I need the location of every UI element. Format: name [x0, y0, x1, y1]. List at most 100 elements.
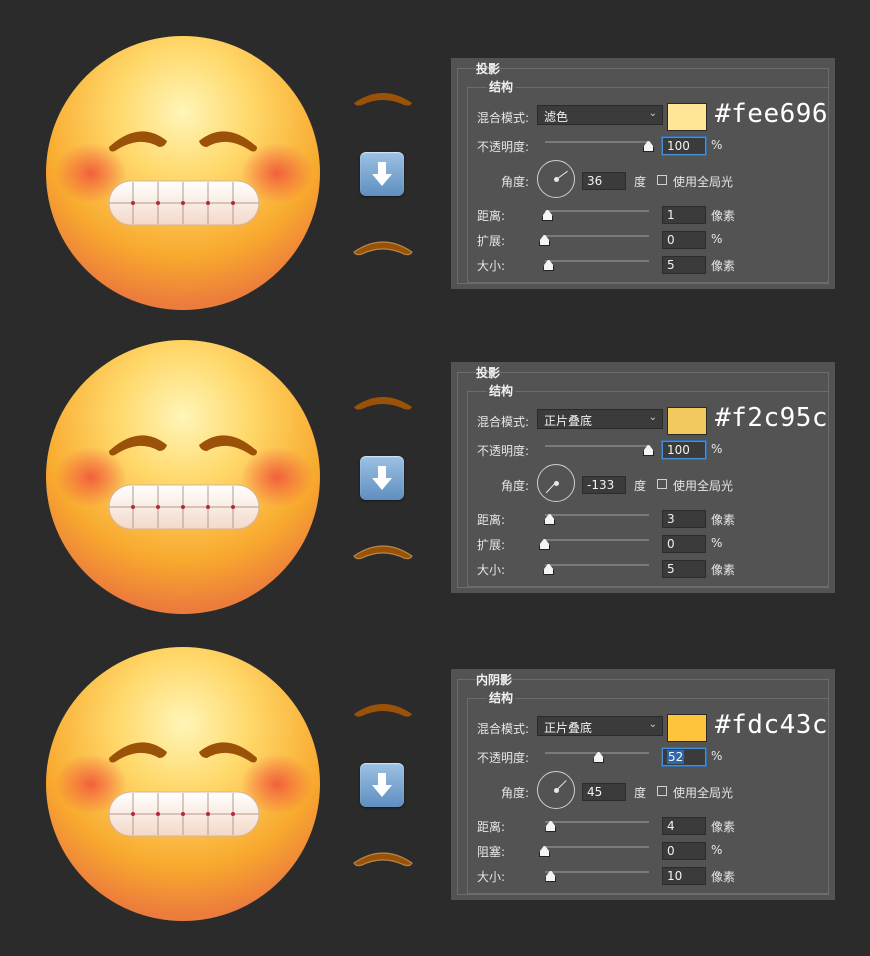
grimace-emoji: [46, 340, 320, 614]
opacity-input[interactable]: 52: [662, 748, 706, 766]
distance-label: 距离:: [477, 209, 506, 223]
distance-input[interactable]: 4: [662, 817, 706, 835]
opacity-label: 不透明度:: [477, 140, 530, 154]
angle-label: 角度:: [501, 786, 530, 800]
section-title: 投影: [476, 366, 501, 380]
spread-input[interactable]: 0: [662, 535, 706, 553]
section-title: 内阴影: [476, 673, 513, 687]
blend-mode-select[interactable]: 正片叠底 ⌄: [537, 716, 663, 736]
size-slider[interactable]: [545, 260, 649, 262]
angle-input[interactable]: 45: [582, 783, 626, 801]
size-slider[interactable]: [545, 871, 649, 873]
blend-mode-label: 混合模式:: [477, 415, 530, 429]
chevron-down-icon: ⌄: [648, 719, 657, 730]
grimace-emoji: [46, 647, 320, 921]
size-unit: 像素: [711, 563, 736, 577]
global-light-checkbox[interactable]: [657, 786, 667, 796]
opacity-label: 不透明度:: [477, 751, 530, 765]
chevron-down-icon: ⌄: [648, 108, 657, 119]
hex-color-label: #f2c95c: [715, 403, 829, 433]
angle-unit: 度: [634, 479, 647, 493]
down-arrow-icon: [360, 763, 404, 807]
spread-label: 扩展:: [477, 234, 506, 248]
angle-input[interactable]: -133: [582, 476, 626, 494]
spread-input[interactable]: 0: [662, 231, 706, 249]
layer-style-panel: 内阴影 结构 混合模式: 正片叠底 ⌄ #fdc43c 不透明度: 52 % 角…: [451, 669, 835, 900]
angle-dial[interactable]: [537, 771, 575, 809]
opacity-slider[interactable]: [545, 445, 649, 447]
opacity-unit: %: [711, 749, 723, 763]
opacity-unit: %: [711, 442, 723, 456]
effect-row: 投影 结构 混合模式: 正片叠底 ⌄ #f2c95c 不透明度: 100 % 角…: [0, 304, 870, 614]
layer-style-panel: 投影 结构 混合模式: 滤色 ⌄ #fee696 不透明度: 100 % 角度:…: [451, 58, 835, 289]
global-light-checkbox[interactable]: [657, 175, 667, 185]
blend-mode-value: 正片叠底: [544, 721, 593, 735]
structure-title: 结构: [487, 382, 516, 399]
size-input[interactable]: 10: [662, 867, 706, 885]
size-label: 大小:: [477, 563, 506, 577]
eyebrow-before: [354, 397, 412, 410]
spread-slider[interactable]: [545, 235, 649, 237]
spread-input[interactable]: 0: [662, 842, 706, 860]
distance-label: 距离:: [477, 513, 506, 527]
angle-unit: 度: [634, 786, 647, 800]
eyebrow-after: [353, 852, 413, 867]
chevron-down-icon: ⌄: [648, 412, 657, 423]
shadow-color-swatch[interactable]: [667, 103, 707, 131]
spread-slider[interactable]: [545, 539, 649, 541]
eyebrow-before: [354, 704, 412, 717]
eyebrow-after: [353, 545, 413, 560]
blend-mode-select[interactable]: 滤色 ⌄: [537, 105, 663, 125]
opacity-input[interactable]: 100: [662, 441, 706, 459]
spread-label: 阻塞:: [477, 845, 506, 859]
distance-unit: 像素: [711, 513, 736, 527]
blend-mode-label: 混合模式:: [477, 722, 530, 736]
shadow-color-swatch[interactable]: [667, 714, 707, 742]
size-unit: 像素: [711, 870, 736, 884]
section-title: 投影: [476, 62, 501, 76]
hex-color-label: #fdc43c: [715, 710, 829, 740]
spread-slider[interactable]: [545, 846, 649, 848]
blend-mode-value: 正片叠底: [544, 414, 593, 428]
down-arrow-icon: [360, 456, 404, 500]
angle-dial[interactable]: [537, 160, 575, 198]
effect-row: 内阴影 结构 混合模式: 正片叠底 ⌄ #fdc43c 不透明度: 52 % 角…: [0, 611, 870, 921]
size-label: 大小:: [477, 870, 506, 884]
eyebrow-after: [353, 241, 413, 256]
angle-label: 角度:: [501, 175, 530, 189]
hex-color-label: #fee696: [715, 99, 829, 129]
size-input[interactable]: 5: [662, 560, 706, 578]
size-input[interactable]: 5: [662, 256, 706, 274]
layer-style-panel: 投影 结构 混合模式: 正片叠底 ⌄ #f2c95c 不透明度: 100 % 角…: [451, 362, 835, 593]
opacity-unit: %: [711, 138, 723, 152]
distance-input[interactable]: 3: [662, 510, 706, 528]
shadow-color-swatch[interactable]: [667, 407, 707, 435]
distance-slider[interactable]: [545, 210, 649, 212]
size-slider[interactable]: [545, 564, 649, 566]
effect-row: 投影 结构 混合模式: 滤色 ⌄ #fee696 不透明度: 100 % 角度:…: [0, 0, 870, 310]
distance-input[interactable]: 1: [662, 206, 706, 224]
grimace-emoji: [46, 36, 320, 310]
global-light-label: 使用全局光: [673, 175, 734, 189]
blend-mode-select[interactable]: 正片叠底 ⌄: [537, 409, 663, 429]
down-arrow-icon: [360, 152, 404, 196]
distance-unit: 像素: [711, 820, 736, 834]
size-label: 大小:: [477, 259, 506, 273]
opacity-slider[interactable]: [545, 141, 649, 143]
eyebrow-before: [354, 93, 412, 106]
structure-title: 结构: [487, 689, 516, 706]
opacity-input[interactable]: 100: [662, 137, 706, 155]
distance-slider[interactable]: [545, 514, 649, 516]
size-unit: 像素: [711, 259, 736, 273]
spread-unit: %: [711, 232, 723, 246]
global-light-label: 使用全局光: [673, 786, 734, 800]
distance-slider[interactable]: [545, 821, 649, 823]
spread-unit: %: [711, 536, 723, 550]
global-light-label: 使用全局光: [673, 479, 734, 493]
angle-input[interactable]: 36: [582, 172, 626, 190]
spread-unit: %: [711, 843, 723, 857]
angle-dial[interactable]: [537, 464, 575, 502]
distance-label: 距离:: [477, 820, 506, 834]
global-light-checkbox[interactable]: [657, 479, 667, 489]
blend-mode-value: 滤色: [544, 110, 569, 124]
